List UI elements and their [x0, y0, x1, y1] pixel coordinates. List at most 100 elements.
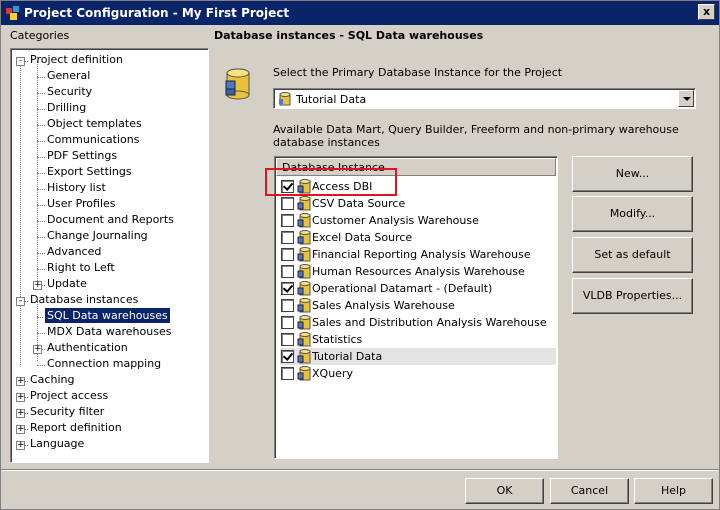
instance-label: Financial Reporting Analysis Warehouse	[312, 248, 531, 261]
tree-item[interactable]: History list	[45, 181, 108, 197]
primary-instance-dropdown[interactable]: Tutorial Data	[273, 88, 696, 109]
instance-row[interactable]: Sales Analysis Warehouse	[280, 297, 556, 314]
database-icon	[297, 230, 311, 245]
tree-item-label: Language	[30, 437, 85, 450]
instance-checkbox[interactable]	[281, 197, 294, 210]
tree-item[interactable]: Security filter	[28, 405, 106, 421]
tree-item[interactable]: Communications	[45, 133, 141, 149]
ok-button-label: OK	[496, 484, 513, 497]
tree-guide-line	[20, 61, 21, 365]
set-default-button[interactable]: Set as default	[572, 237, 693, 273]
vldb-properties-button-label: VLDB Properties...	[582, 289, 683, 302]
instance-checkbox[interactable]	[281, 367, 294, 380]
database-icon	[225, 68, 250, 100]
ok-button[interactable]: OK	[465, 478, 544, 504]
expand-icon[interactable]: +	[33, 281, 42, 290]
instance-label: XQuery	[312, 367, 353, 380]
database-instance-list[interactable]: Database Instance Access DBI CSV Data Sou…	[274, 156, 558, 459]
help-button[interactable]: Help	[634, 478, 713, 504]
collapse-icon[interactable]: -	[16, 57, 25, 66]
tree-item[interactable]: Report definition	[28, 421, 124, 437]
instance-row[interactable]: Excel Data Source	[280, 229, 556, 246]
instance-checkbox[interactable]	[281, 333, 294, 346]
tree-guide-line	[37, 189, 45, 190]
instance-checkbox[interactable]	[281, 214, 294, 227]
tree-item[interactable]: General	[45, 69, 92, 85]
cancel-button[interactable]: Cancel	[550, 478, 629, 504]
instance-row[interactable]: Financial Reporting Analysis Warehouse	[280, 246, 556, 263]
tree-guide-line	[37, 221, 45, 222]
category-tree[interactable]: - Project definition General Security Drilli…	[10, 48, 209, 463]
available-instances-label: Available Data Mart, Query Builder, Free…	[273, 123, 679, 149]
instance-checkbox[interactable]	[281, 231, 294, 244]
tree-item[interactable]: Change Journaling	[45, 229, 150, 245]
dropdown-arrow-icon[interactable]	[678, 90, 694, 107]
tree-item[interactable]: Caching	[28, 373, 76, 389]
instance-checkbox[interactable]	[281, 350, 294, 363]
tree-item[interactable]: Security	[45, 85, 94, 101]
close-button[interactable]: x	[698, 4, 715, 20]
tree-item[interactable]: Project definition	[28, 53, 125, 69]
instance-checkbox[interactable]	[281, 299, 294, 312]
expand-icon[interactable]: +	[16, 409, 25, 418]
tree-item-label: Security filter	[30, 405, 105, 418]
expand-icon[interactable]: +	[16, 425, 25, 434]
tree-item-label: Database instances	[30, 293, 139, 306]
tree-item[interactable]: Advanced	[45, 245, 103, 261]
tree-item[interactable]: Database instances	[28, 293, 140, 309]
tree-guide-line	[37, 93, 45, 94]
tree-item[interactable]: User Profiles	[45, 197, 118, 213]
tree-item[interactable]: Connection mapping	[45, 357, 163, 373]
expand-icon[interactable]: +	[33, 345, 42, 354]
instance-row[interactable]: Customer Analysis Warehouse	[280, 212, 556, 229]
instance-checkbox[interactable]	[281, 265, 294, 278]
tree-item[interactable]: Update	[45, 277, 89, 293]
expand-icon[interactable]: +	[16, 377, 25, 386]
tree-item[interactable]: MDX Data warehouses	[45, 325, 173, 341]
tree-item[interactable]: Document and Reports	[45, 213, 176, 229]
tree-item[interactable]: Export Settings	[45, 165, 134, 181]
modify-button[interactable]: Modify...	[572, 196, 693, 232]
instance-label: Customer Analysis Warehouse	[312, 214, 479, 227]
tree-item-label: General	[47, 69, 91, 82]
tree-item[interactable]: Right to Left	[45, 261, 117, 277]
tree-guide-line	[37, 141, 45, 142]
tree-guide-line	[37, 77, 45, 78]
tree-item[interactable]: Language	[28, 437, 86, 453]
tree-item[interactable]: Object templates	[45, 117, 144, 133]
tree-item-label: Right to Left	[47, 261, 115, 274]
cancel-button-label: Cancel	[570, 484, 609, 497]
instance-row[interactable]: CSV Data Source	[280, 195, 556, 212]
expand-icon[interactable]: +	[16, 393, 25, 402]
tree-item-label: History list	[47, 181, 106, 194]
tree-item[interactable]: Project access	[28, 389, 110, 405]
tree-item[interactable]: PDF Settings	[45, 149, 119, 165]
title-bar[interactable]: Project Configuration - My First Project…	[1, 1, 719, 25]
instance-checkbox[interactable]	[281, 248, 294, 261]
tree-item-label: Report definition	[30, 421, 122, 434]
primary-instance-label: Select the Primary Database Instance for…	[273, 66, 563, 79]
instance-checkbox[interactable]	[281, 282, 294, 295]
instance-row[interactable]: Human Resources Analysis Warehouse	[280, 263, 556, 280]
vldb-properties-button[interactable]: VLDB Properties...	[572, 278, 693, 314]
instance-row[interactable]: Operational Datamart - (Default)	[280, 280, 556, 297]
primary-instance-value: Tutorial Data	[296, 93, 367, 106]
database-icon	[297, 196, 311, 211]
instance-row[interactable]: Tutorial Data	[280, 348, 556, 365]
tree-item[interactable]: SQL Data warehouses	[44, 307, 171, 325]
categories-label: Categories	[10, 29, 70, 42]
instance-label: CSV Data Source	[312, 197, 406, 210]
tree-item[interactable]: Authentication	[45, 341, 130, 357]
instance-row[interactable]: XQuery	[280, 365, 556, 382]
tree-guide-line	[37, 237, 45, 238]
instance-row[interactable]: Sales and Distribution Analysis Warehous…	[280, 314, 556, 331]
instance-checkbox[interactable]	[281, 316, 294, 329]
new-button[interactable]: New...	[572, 156, 693, 192]
instance-label: Sales and Distribution Analysis Warehous…	[312, 316, 547, 329]
instance-row[interactable]: Statistics	[280, 331, 556, 348]
collapse-icon[interactable]: -	[16, 297, 25, 306]
database-icon	[297, 213, 311, 228]
new-button-label: New...	[615, 167, 650, 180]
expand-icon[interactable]: +	[16, 441, 25, 450]
tree-item[interactable]: Drilling	[45, 101, 88, 117]
